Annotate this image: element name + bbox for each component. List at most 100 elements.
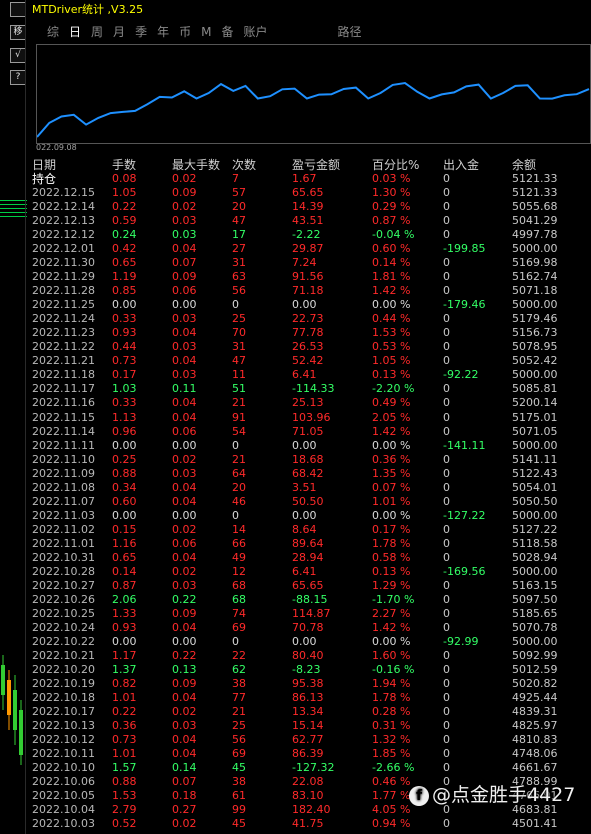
- table-row[interactable]: 2022.11.16 0.33 0.04 21 25.13 0.49 % 0 5200.14: [32, 396, 591, 410]
- tab-9[interactable]: 账户: [238, 23, 272, 41]
- tab-6[interactable]: 币: [174, 23, 196, 41]
- table-row[interactable]: 2022.11.17 1.03 0.11 51 -114.33 -2.20 % 0 5085.…: [32, 382, 591, 396]
- cell-pct: 1.05 %: [372, 354, 411, 368]
- cell-pct: 1.77 %: [372, 789, 411, 803]
- cell-max_lots: 0.03: [172, 466, 197, 480]
- table-row[interactable]: 2022.11.30 0.65 0.07 31 7.24 0.14 % 0 5169.98: [32, 256, 591, 270]
- cell-pnl: -88.15: [292, 592, 328, 606]
- cell-pnl: 6.41: [292, 564, 317, 578]
- cell-pct: -1.70 %: [372, 592, 415, 606]
- cell-max_lots: 0.04: [172, 396, 197, 410]
- table-row[interactable]: 2022.10.27 0.87 0.03 68 65.65 1.29 % 0 5163.15: [32, 579, 591, 593]
- table-row[interactable]: 2022.11.25 0.00 0.00 0 0.00 0.00 % -179.46 5000…: [32, 298, 591, 312]
- cell-lots: 0.73: [112, 733, 137, 747]
- cell-max_lots: 0.04: [172, 494, 197, 508]
- cell-io: -141.11: [443, 438, 486, 452]
- toolbar-button-help[interactable]: ?: [10, 70, 26, 85]
- cell-max_lots: 0.02: [172, 522, 197, 536]
- holding-row[interactable]: 持仓 0.08 0.02 7 1.67 0.03 % 0 5121.33: [32, 172, 591, 186]
- equity-line: [36, 81, 590, 138]
- table-row[interactable]: 2022.12.01 0.42 0.04 27 29.87 0.60 % -199.85 50…: [32, 242, 591, 256]
- cell-pnl: 22.73: [292, 312, 324, 326]
- cell-pnl: -8.23: [292, 663, 321, 677]
- tab-1[interactable]: 日: [64, 23, 86, 41]
- cell-io: 0: [443, 761, 450, 775]
- table-row[interactable]: 2022.11.23 0.93 0.04 70 77.78 1.53 % 0 5156.73: [32, 326, 591, 340]
- tab-10[interactable]: 路径: [333, 23, 367, 41]
- cell-pnl: -127.32: [292, 761, 335, 775]
- table-row[interactable]: 2022.11.21 0.73 0.04 47 52.42 1.05 % 0 5052.42: [32, 354, 591, 368]
- cell-date: 2022.11.07: [32, 494, 95, 508]
- table-row[interactable]: 2022.11.28 0.85 0.06 56 71.18 1.42 % 0 5071.18: [32, 284, 591, 298]
- table-row[interactable]: 2022.12.14 0.22 0.02 20 14.39 0.29 % 0 5055.68: [32, 200, 591, 214]
- table-row[interactable]: 2022.11.14 0.96 0.06 54 71.05 1.42 % 0 5071.05: [32, 425, 591, 439]
- tab-0[interactable]: 综: [42, 23, 64, 41]
- cell-balance: 5078.95: [512, 340, 558, 354]
- header-pnl: 盈亏金额: [292, 158, 341, 172]
- toolbar-button-check[interactable]: √: [10, 48, 26, 63]
- table-row[interactable]: 2022.12.13 0.59 0.03 47 43.51 0.87 % 0 5041.29: [32, 214, 591, 228]
- tab-3[interactable]: 月: [108, 23, 130, 41]
- table-row[interactable]: 2022.11.18 0.17 0.03 11 6.41 0.13 % -92.22 5000…: [32, 368, 591, 382]
- table-row[interactable]: 2022.10.10 1.57 0.14 45 -127.32 -2.66 % 0 4661.…: [32, 761, 591, 775]
- toolbar-button-move[interactable]: 移: [10, 25, 26, 40]
- cell-max_lots: 0.03: [172, 228, 197, 242]
- cell-lots: 1.17: [112, 649, 137, 663]
- cell-pnl: 0.00: [292, 298, 317, 312]
- tab-2[interactable]: 周: [86, 23, 108, 41]
- table-row[interactable]: 2022.10.25 1.33 0.09 74 114.87 2.27 % 0 5185.65: [32, 607, 591, 621]
- cell-max_lots: 0.02: [172, 172, 197, 185]
- cell-lots: 1.16: [112, 536, 137, 550]
- tab-7[interactable]: M: [196, 23, 216, 41]
- cell-balance: 5185.65: [512, 606, 558, 620]
- table-row[interactable]: 2022.10.12 0.73 0.04 56 62.77 1.32 % 0 4810.83: [32, 733, 591, 747]
- cell-date: 2022.11.28: [32, 284, 95, 298]
- table-row[interactable]: 2022.11.08 0.34 0.04 20 3.51 0.07 % 0 5054.01: [32, 481, 591, 495]
- cell-lots: 0.73: [112, 354, 137, 368]
- table-row[interactable]: 2022.11.03 0.00 0.00 0 0.00 0.00 % -127.22 5000…: [32, 509, 591, 523]
- table-row[interactable]: 2022.11.22 0.44 0.03 31 26.53 0.53 % 0 5078.95: [32, 340, 591, 354]
- table-row[interactable]: 2022.11.02 0.15 0.02 14 8.64 0.17 % 0 5127.22: [32, 523, 591, 537]
- table-row[interactable]: 2022.10.18 1.01 0.04 77 86.13 1.78 % 0 4925.44: [32, 691, 591, 705]
- cell-pct: 0.29 %: [372, 200, 411, 214]
- table-row[interactable]: 2022.11.07 0.60 0.04 46 50.50 1.01 % 0 5050.50: [32, 495, 591, 509]
- cell-io: 0: [443, 705, 450, 719]
- toolbar-button-1[interactable]: [10, 2, 26, 17]
- header-balance: 余额: [512, 158, 537, 172]
- table-row[interactable]: 2022.10.19 0.82 0.09 38 95.38 1.94 % 0 5020.82: [32, 677, 591, 691]
- table-row[interactable]: 2022.11.01 1.16 0.06 66 89.64 1.78 % 0 5118.58: [32, 537, 591, 551]
- table-row[interactable]: 2022.11.15 1.13 0.04 91 103.96 2.05 % 0 5175.01: [32, 411, 591, 425]
- tab-5[interactable]: 年: [152, 23, 174, 41]
- cell-balance: 5054.01: [512, 480, 558, 494]
- table-row[interactable]: 2022.12.12 0.24 0.03 17 -2.22 -0.04 % 0 4997.78: [32, 228, 591, 242]
- cell-balance: 5121.33: [512, 172, 558, 185]
- tab-4[interactable]: 季: [130, 23, 152, 41]
- cell-lots: 1.01: [112, 691, 137, 705]
- table-row[interactable]: 2022.11.10 0.25 0.02 21 18.68 0.36 % 0 5141.11: [32, 453, 591, 467]
- table-row[interactable]: 2022.11.29 1.19 0.09 63 91.56 1.81 % 0 5162.74: [32, 270, 591, 284]
- table-row[interactable]: 2022.10.17 0.22 0.02 21 13.34 0.28 % 0 4839.31: [32, 705, 591, 719]
- table-row[interactable]: 2022.10.13 0.36 0.03 25 15.14 0.31 % 0 4825.97: [32, 719, 591, 733]
- tab-8[interactable]: 备: [216, 23, 238, 41]
- table-row[interactable]: 2022.10.03 0.52 0.02 45 41.75 0.94 % 0 4501.41: [32, 817, 591, 831]
- table-row[interactable]: 2022.10.11 1.01 0.04 69 86.39 1.85 % 0 4748.06: [32, 747, 591, 761]
- cell-balance: 4661.67: [512, 761, 558, 775]
- table-row[interactable]: 2022.10.24 0.93 0.04 69 70.78 1.42 % 0 5070.78: [32, 621, 591, 635]
- cell-max_lots: 0.03: [172, 719, 197, 733]
- cell-balance: 5012.59: [512, 663, 558, 677]
- table-row[interactable]: 2022.10.28 0.14 0.02 12 6.41 0.13 % -169.56 500…: [32, 565, 591, 579]
- cell-pct: 1.30 %: [372, 186, 411, 200]
- table-row[interactable]: 2022.11.11 0.00 0.00 0 0.00 0.00 % -141.11 5000…: [32, 439, 591, 453]
- cell-pnl: 65.65: [292, 578, 324, 592]
- table-row[interactable]: 2022.11.24 0.33 0.03 25 22.73 0.44 % 0 5179.46: [32, 312, 591, 326]
- table-row[interactable]: 2022.11.09 0.88 0.03 64 68.42 1.35 % 0 5122.43: [32, 467, 591, 481]
- table-row[interactable]: 2022.12.15 1.05 0.09 57 65.65 1.30 % 0 5121.33: [32, 186, 591, 200]
- table-row[interactable]: 2022.10.31 0.65 0.04 49 28.94 0.58 % 0 5028.94: [32, 551, 591, 565]
- cell-date: 2022.10.13: [32, 719, 95, 733]
- table-row[interactable]: 2022.10.26 2.06 0.22 68 -88.15 -1.70 % 0 5097.5…: [32, 593, 591, 607]
- cell-lots: 0.88: [112, 775, 137, 789]
- table-row[interactable]: 2022.10.21 1.17 0.22 22 80.40 1.60 % 0 5092.99: [32, 649, 591, 663]
- table-row[interactable]: 2022.10.20 1.37 0.13 62 -8.23 -0.16 % 0 5012.59: [32, 663, 591, 677]
- cell-pnl: 114.87: [292, 606, 331, 620]
- table-row[interactable]: 2022.10.22 0.00 0.00 0 0.00 0.00 % -92.99 5000.…: [32, 635, 591, 649]
